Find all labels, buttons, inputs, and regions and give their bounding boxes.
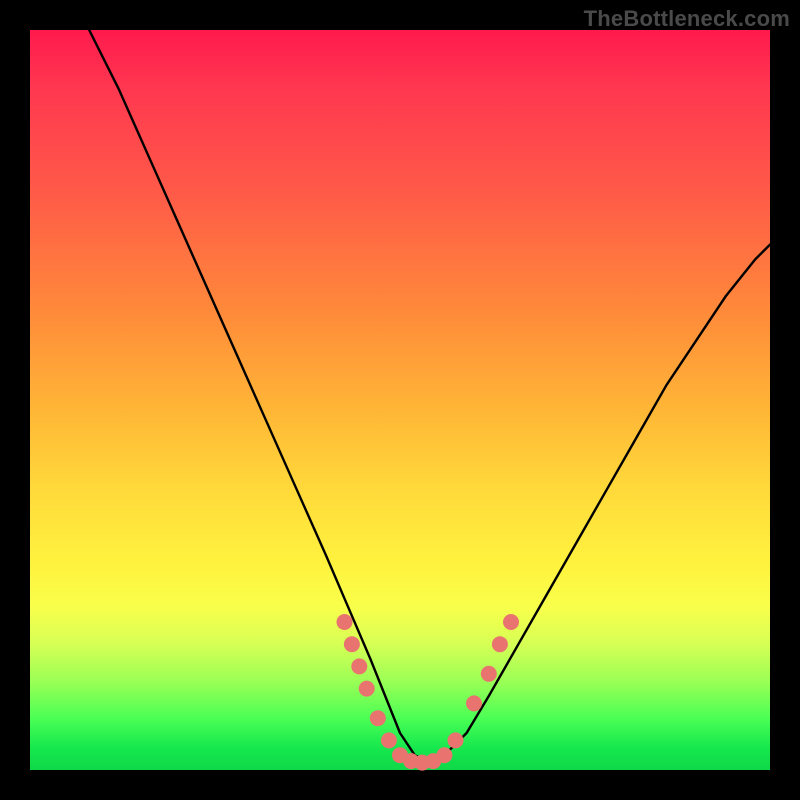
curve-marker-dot bbox=[381, 732, 397, 748]
curve-marker-dot bbox=[503, 614, 519, 630]
curve-marker-dot bbox=[370, 710, 386, 726]
curve-marker-dot bbox=[344, 636, 360, 652]
watermark-text: TheBottleneck.com bbox=[584, 6, 790, 32]
curve-marker-dot bbox=[337, 614, 353, 630]
curve-marker-dot bbox=[481, 666, 497, 682]
curve-marker-dot bbox=[359, 681, 375, 697]
curve-marker-dot bbox=[436, 747, 452, 763]
curve-marker-dot bbox=[466, 695, 482, 711]
curve-layer bbox=[30, 30, 770, 770]
bottleneck-curve bbox=[89, 30, 770, 763]
curve-marker-dot bbox=[492, 636, 508, 652]
chart-frame bbox=[30, 30, 770, 770]
curve-marker-dot bbox=[448, 732, 464, 748]
curve-marker-dot bbox=[351, 658, 367, 674]
